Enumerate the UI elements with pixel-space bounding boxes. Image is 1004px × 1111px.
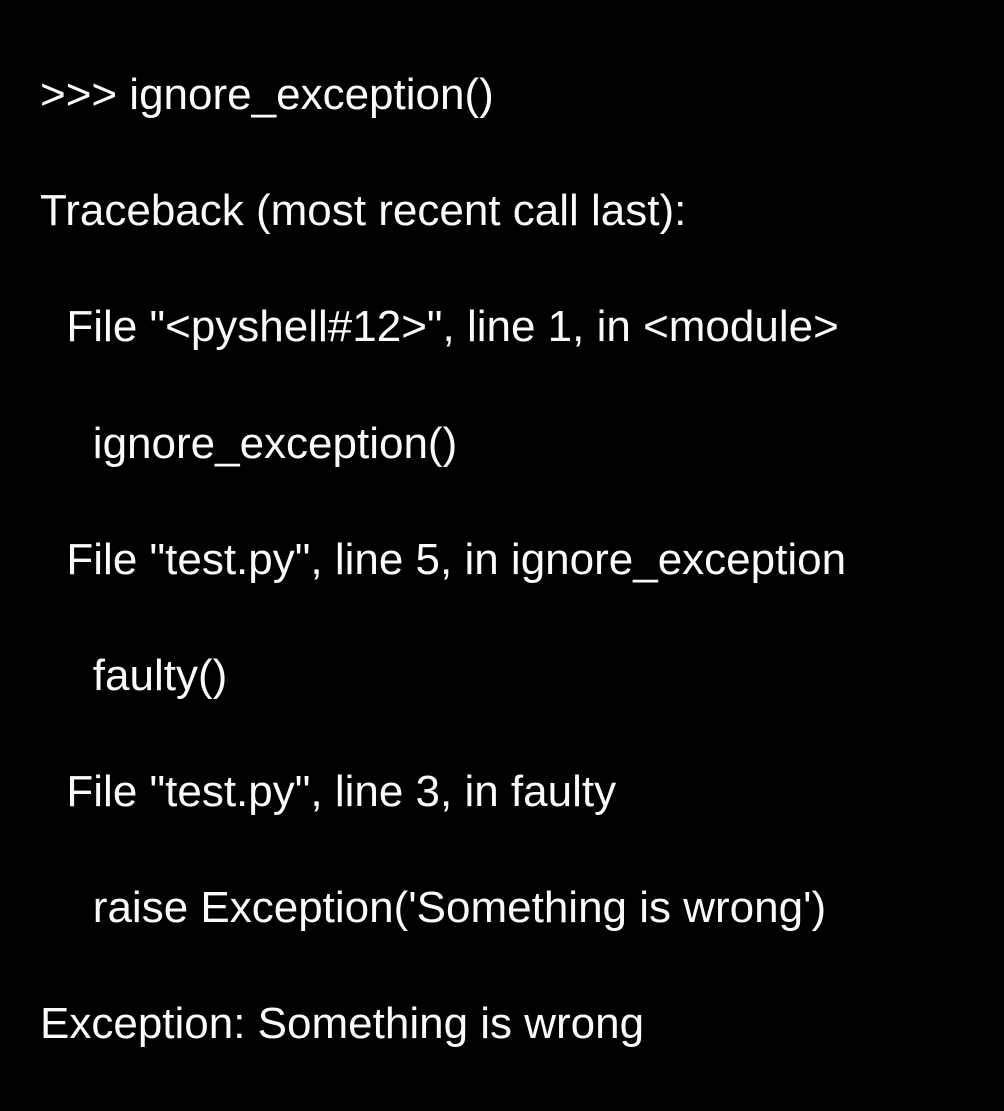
stack-frame-1-file: File "<pyshell#12>", line 1, in <module> [40,298,970,356]
traceback-header: Traceback (most recent call last): [40,182,970,240]
repl-call-line: >>> ignore_exception() [40,66,970,124]
stack-frame-3-code: raise Exception('Something is wrong') [40,879,970,937]
exception-message: Exception: Something is wrong [40,995,970,1053]
traceback-block: >>> ignore_exception() Traceback (most r… [40,8,970,1111]
stack-frame-3-file: File "test.py", line 3, in faulty [40,763,970,821]
stack-frame-2-file: File "test.py", line 5, in ignore_except… [40,531,970,589]
stack-frame-1-code: ignore_exception() [40,415,970,473]
stack-frame-2-code: faulty() [40,647,970,705]
